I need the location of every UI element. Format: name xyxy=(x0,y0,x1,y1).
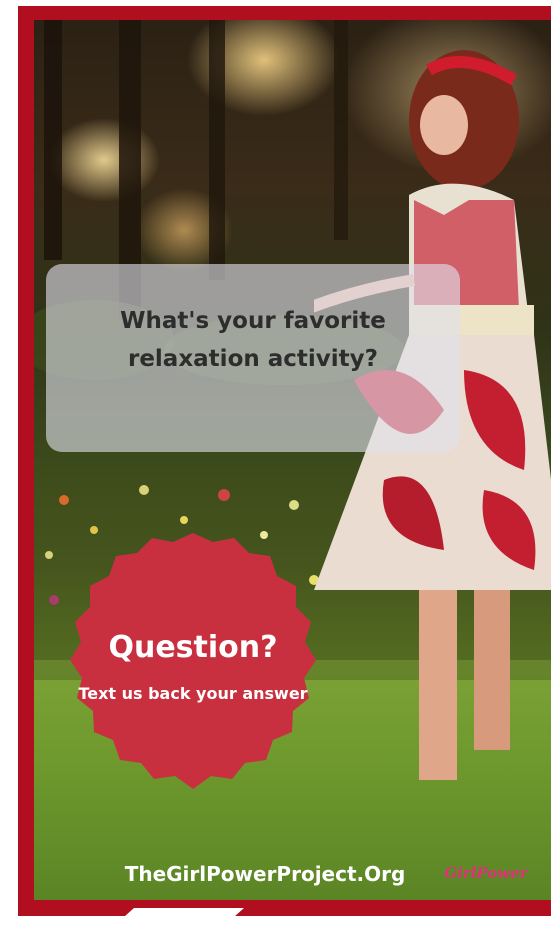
question-line-2: relaxation activity? xyxy=(127,346,378,372)
question-line-1: What's your favorite xyxy=(120,308,386,334)
question-badge: Question? Text us back your answer xyxy=(48,528,338,808)
badge-subtitle: Text us back your answer xyxy=(78,684,308,703)
question-bubble: What's your favorite relaxation activity… xyxy=(46,264,460,452)
girlpower-logo: GirlPower xyxy=(444,864,528,882)
frame-notch xyxy=(114,908,244,926)
badge-seal-shape xyxy=(70,533,316,789)
question-text: What's your favorite relaxation activity… xyxy=(46,302,460,378)
website-url: TheGirlPowerProject.Org xyxy=(124,862,406,886)
poster-frame: What's your favorite relaxation activity… xyxy=(18,6,551,916)
badge-title: Question? xyxy=(108,630,278,665)
dancing-woman-figure xyxy=(314,50,551,780)
